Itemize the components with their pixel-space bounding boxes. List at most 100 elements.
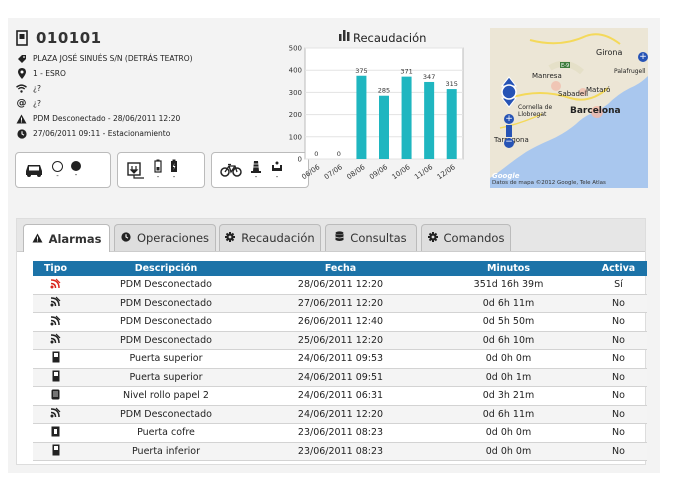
safe-icon <box>51 426 60 440</box>
row-date: 27/06/2011 12:20 <box>254 294 427 313</box>
row-minutes: 0d 0h 1m <box>427 368 590 387</box>
alarms-table: Tipo Descripción Fecha Minutos Activa PD… <box>33 261 647 461</box>
row-type-cell <box>33 349 78 369</box>
time-status-text: 27/06/2011 09:11 - Estacionamiento <box>33 129 171 138</box>
gear-icon <box>427 231 438 245</box>
y-tick-label: 300 <box>289 89 302 97</box>
bar-value-label: 347 <box>423 73 435 81</box>
filled-circle-icon <box>71 161 81 171</box>
at-sign-icon: @ <box>16 98 27 109</box>
row-minutes: 0d 0h 0m <box>427 349 590 369</box>
gear-icon <box>225 231 236 245</box>
bar-08-06[interactable] <box>356 75 367 159</box>
tab-comandos[interactable]: Comandos <box>421 224 511 251</box>
map-label-girona: Girona <box>596 48 623 57</box>
y-tick-label: 400 <box>289 67 302 75</box>
wifi-text: ¿? <box>33 84 41 93</box>
row-description: PDM Desconectado <box>78 405 254 424</box>
row-minutes: 0d 0h 0m <box>427 442 590 461</box>
revenue-chart: Recaudación 0 100 200 300 400 500 0 06/06 0 07/06… <box>275 28 465 198</box>
zone-row: 1 - ESRO <box>16 67 286 80</box>
row-date: 23/06/2011 08:23 <box>254 423 427 443</box>
row-description: Puerta superior <box>78 349 254 369</box>
col-fecha[interactable]: Fecha <box>254 261 427 276</box>
table-row[interactable]: Puerta cofre 23/06/2011 08:23 0d 0h 0m No <box>33 423 647 443</box>
x-tick-label: 10/06 <box>391 163 413 181</box>
table-row[interactable]: PDM Desconectado 27/06/2011 12:20 0d 6h 11… <box>33 294 647 313</box>
table-row[interactable]: Puerta inferior 23/06/2011 08:23 0d 0h 0m N… <box>33 442 647 461</box>
map-pin-icon <box>16 68 27 79</box>
table-row[interactable]: Puerta superior 24/06/2011 09:53 0d 0h 0m N… <box>33 349 647 369</box>
filled-slot-indicator: - <box>71 161 81 179</box>
row-description: Puerta inferior <box>78 442 254 461</box>
map-label-barcelona: Barcelona <box>570 106 621 116</box>
table-row[interactable]: Nivel rollo papel 2 24/06/2011 06:31 0d 3h… <box>33 386 647 406</box>
row-type-cell <box>33 331 78 350</box>
row-type-cell <box>33 294 78 313</box>
empty-slot-indicator: - <box>52 160 63 180</box>
col-descripcion[interactable]: Descripción <box>78 261 254 276</box>
tab-operaciones[interactable]: Operaciones <box>114 224 216 251</box>
time-status-row: 27/06/2011 09:11 - Estacionamiento <box>16 127 286 140</box>
tab-alarmas[interactable]: Alarmas <box>23 224 110 252</box>
clock-icon <box>16 128 27 139</box>
vehicle-status-box[interactable]: - - <box>15 152 111 188</box>
map-zoom-in[interactable]: + <box>504 114 514 124</box>
google-logo: Google <box>492 172 520 180</box>
x-tick-label: 09/06 <box>368 163 390 181</box>
bar-value-label: 0 <box>314 150 318 158</box>
tag-icon <box>16 54 27 64</box>
door-icon <box>52 351 60 366</box>
tab-recaudacion[interactable]: Recaudación <box>219 224 321 251</box>
email-row: @ ¿? <box>16 97 286 110</box>
row-minutes: 0d 6h 11m <box>427 294 590 313</box>
battery-2-indicator: - <box>170 159 178 181</box>
map-zoom-slider[interactable] <box>506 125 512 137</box>
row-type-cell <box>33 386 78 406</box>
row-active: No <box>590 312 647 332</box>
paper-roll-icon <box>51 389 60 403</box>
table-row[interactable]: Puerta superior 24/06/2011 09:51 0d 0h 1m N… <box>33 368 647 387</box>
table-row[interactable]: PDM Desconectado 25/06/2011 12:20 0d 6h 10… <box>33 331 647 350</box>
row-description: Nivel rollo papel 2 <box>78 386 254 406</box>
row-active: Sí <box>590 276 647 295</box>
bar-09-06[interactable] <box>379 95 389 159</box>
table-row[interactable]: PDM Desconectado 24/06/2011 12:20 0d 6h 11… <box>33 405 647 424</box>
bar-11-06[interactable] <box>424 81 435 159</box>
row-type-cell <box>33 368 78 387</box>
parking-meter-icon <box>16 30 28 46</box>
col-tipo[interactable]: Tipo <box>33 261 78 276</box>
row-description: PDM Desconectado <box>78 276 254 295</box>
location-map[interactable]: E-9 Girona Palafrugell Manresa Mataró Sa… <box>490 28 648 188</box>
x-tick-label: 12/06 <box>436 163 458 181</box>
map-zoom-out[interactable]: − <box>504 138 514 148</box>
row-minutes: 0d 6h 11m <box>427 405 590 424</box>
car-icon <box>26 165 42 177</box>
table-row[interactable]: PDM Desconectado 28/06/2011 12:20 351d 16h… <box>33 276 647 295</box>
empty-slot-value: - <box>56 171 59 180</box>
map-pan-control[interactable] <box>498 76 520 108</box>
table-row[interactable]: PDM Desconectado 26/06/2011 12:40 0d 5h 50… <box>33 312 647 332</box>
tab-consultas-label: Consultas <box>350 231 407 245</box>
bar-12-06[interactable] <box>446 89 457 159</box>
row-minutes: 0d 0h 0m <box>427 423 590 443</box>
row-description: PDM Desconectado <box>78 294 254 313</box>
tabs-panel: Alarmas Operaciones Recaudación Consulta… <box>16 218 647 465</box>
row-date: 28/06/2011 12:20 <box>254 276 427 295</box>
power-status-box[interactable]: - - <box>117 152 205 188</box>
col-minutos[interactable]: Minutos <box>427 261 590 276</box>
row-active: No <box>590 349 647 369</box>
map-expand-button[interactable]: + <box>638 52 648 62</box>
map-label-cornella: Cornella de Llobregat <box>518 104 553 118</box>
y-tick-label: 200 <box>289 111 302 119</box>
row-date: 23/06/2011 08:23 <box>254 442 427 461</box>
col-activa[interactable]: Activa <box>590 261 647 276</box>
tab-comandos-label: Comandos <box>443 231 505 245</box>
signal-icon <box>50 333 61 347</box>
x-tick-label: 07/06 <box>323 163 345 181</box>
bar-chart-icon <box>339 30 350 41</box>
meter-info: 010101 PLAZA JOSÉ SINUÉS S/N (DETRÁS TEA… <box>16 28 286 140</box>
tab-consultas[interactable]: Consultas <box>325 224 417 251</box>
row-active: No <box>590 442 647 461</box>
bar-10-06[interactable] <box>401 76 412 159</box>
